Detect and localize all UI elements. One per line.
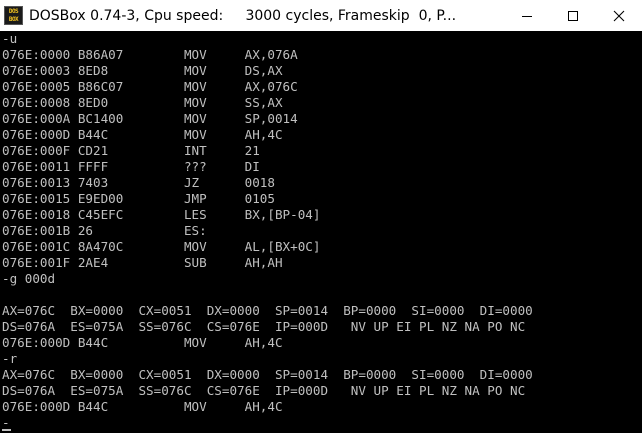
console-line: AX=076C BX=0000 CX=0051 DX=0000 SP=0014 … xyxy=(2,303,533,318)
console-line: 076E:0015 E9ED00 JMP 0105 xyxy=(2,191,275,206)
console-line: DS=076A ES=075A SS=076C CS=076E IP=000D … xyxy=(2,319,526,334)
close-button[interactable] xyxy=(596,0,642,31)
console-line: 076E:000D B44C MOV AH,4C xyxy=(2,335,283,350)
window-title: DOSBox 0.74-3, Cpu speed: 3000 cycles, F… xyxy=(29,8,457,24)
console-line: -u xyxy=(2,31,18,46)
title-bar[interactable]: DOS BOX DOSBox 0.74-3, Cpu speed: 3000 c… xyxy=(0,0,642,31)
maximize-button[interactable] xyxy=(550,0,596,31)
console-line: 076E:0013 7403 JZ 0018 xyxy=(2,175,275,190)
close-icon xyxy=(613,10,625,21)
minimize-icon xyxy=(522,15,532,17)
console-line: 076E:0005 B86C07 MOV AX,076C xyxy=(2,79,298,94)
console-line: -r xyxy=(2,351,18,366)
console-line: 076E:0000 B86A07 MOV AX,076A xyxy=(2,47,298,62)
console-line: 076E:0011 FFFF ??? DI xyxy=(2,159,260,174)
maximize-icon xyxy=(568,10,578,21)
dos-console[interactable]: -u 076E:0000 B86A07 MOV AX,076A 076E:000… xyxy=(0,31,642,433)
console-line: 076E:000D B44C MOV AH,4C xyxy=(2,399,283,414)
logo-text-bottom: BOX xyxy=(8,16,19,23)
console-line: 076E:000D B44C MOV AH,4C xyxy=(2,127,283,142)
console-line: 076E:0003 8ED8 MOV DS,AX xyxy=(2,63,283,78)
text-cursor xyxy=(2,429,11,431)
console-line: 076E:0018 C45EFC LES BX,[BP-04] xyxy=(2,207,321,222)
dosbox-window: DOS BOX DOSBox 0.74-3, Cpu speed: 3000 c… xyxy=(0,0,642,433)
console-line: 076E:001C 8A470C MOV AL,[BX+0C] xyxy=(2,239,321,254)
console-line: 076E:000F CD21 INT 21 xyxy=(2,143,260,158)
dosbox-logo-icon[interactable]: DOS BOX xyxy=(4,6,23,25)
console-line: AX=076C BX=0000 CX=0051 DX=0000 SP=0014 … xyxy=(2,367,533,382)
console-line: 076E:0008 8ED0 MOV SS,AX xyxy=(2,95,283,110)
console-line: 076E:000A BC1400 MOV SP,0014 xyxy=(2,111,298,126)
console-line: -g 000d xyxy=(2,271,56,286)
console-line: 076E:001F 2AE4 SUB AH,AH xyxy=(2,255,283,270)
console-line: DS=076A ES=075A SS=076C CS=076E IP=000D … xyxy=(2,383,526,398)
minimize-button[interactable] xyxy=(504,0,550,31)
console-line: 076E:001B 26 ES: xyxy=(2,223,207,238)
logo-text-top: DOS xyxy=(8,8,19,15)
